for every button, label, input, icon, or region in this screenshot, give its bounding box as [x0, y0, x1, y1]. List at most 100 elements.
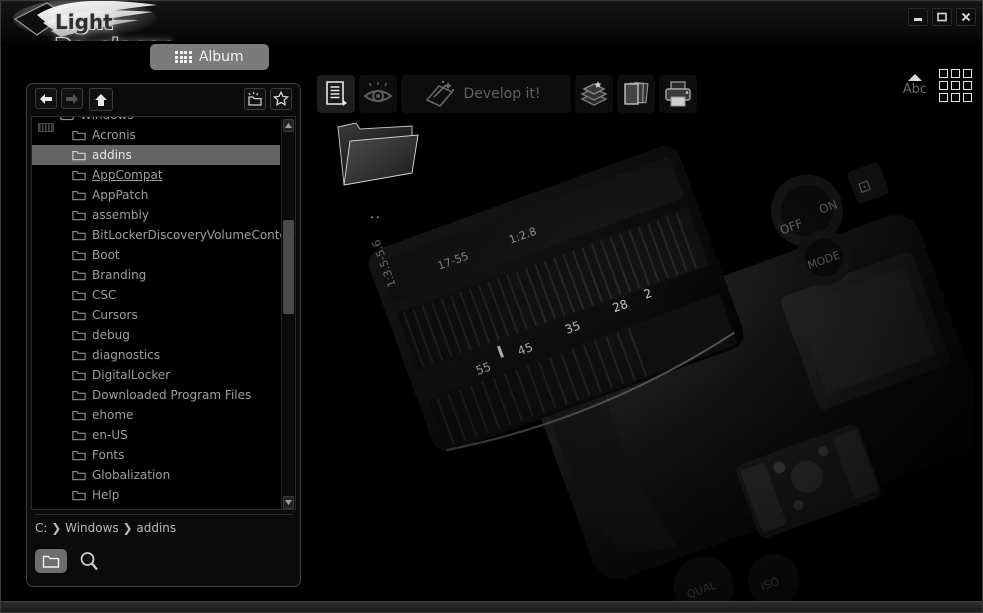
- folder-icon: [72, 510, 86, 511]
- tree-row[interactable]: diagnostics: [32, 345, 280, 365]
- browser-bottom-bar: [35, 544, 293, 578]
- file-info-button[interactable]: [317, 75, 355, 113]
- new-folder-button[interactable]: [244, 88, 266, 110]
- tree-row-label: AppCompat: [92, 168, 163, 182]
- search-icon: [79, 551, 99, 571]
- folder-list: Windows Acronis addins AppCompat AppPatch as…: [32, 116, 280, 510]
- photos-button[interactable]: [617, 75, 655, 113]
- tree-row[interactable]: Help: [32, 485, 280, 505]
- grid-icon: [175, 51, 192, 63]
- sort-label: Abc: [903, 82, 927, 97]
- tree-row-label: Globalization: [92, 468, 170, 482]
- batch-button[interactable]: [575, 75, 613, 113]
- tree-row-label: AppPatch: [92, 188, 148, 202]
- album-tab[interactable]: Album: [150, 44, 269, 70]
- folder-icon: [72, 370, 86, 381]
- forward-button[interactable]: [61, 88, 83, 109]
- folder-icon: [72, 130, 86, 141]
- folder-tree[interactable]: Windows Acronis addins AppCompat AppPatch as…: [31, 116, 296, 510]
- folder-icon: [72, 390, 86, 401]
- tree-row[interactable]: addins: [32, 145, 280, 165]
- album-label: Album: [199, 49, 244, 65]
- parent-folder-item[interactable]: ..: [321, 111, 431, 241]
- tree-row[interactable]: AppCompat: [32, 165, 280, 185]
- tree-row-root[interactable]: Windows: [32, 116, 280, 125]
- app-logo: Light Developer: [7, 1, 182, 43]
- tree-row[interactable]: Fonts: [32, 445, 280, 465]
- tree-row[interactable]: BitLockerDiscoveryVolumeContents: [32, 225, 280, 245]
- folder-icon: [72, 330, 86, 341]
- tree-row-label: Help: [92, 488, 119, 502]
- view-options: Abc: [903, 69, 972, 102]
- sort-button[interactable]: Abc: [903, 74, 927, 97]
- folder-icon: [42, 554, 60, 569]
- scrollbar-thumb[interactable]: [283, 220, 294, 314]
- document-icon: [323, 80, 349, 108]
- content-pane: OFF ON MODE ⊡ QUAL ISO: [311, 73, 974, 603]
- favorites-button[interactable]: [270, 88, 292, 110]
- folders-button[interactable]: [35, 549, 67, 573]
- minimize-button[interactable]: [908, 8, 928, 26]
- tree-row-label: assembly: [92, 208, 149, 222]
- arrow-left-icon: [39, 93, 53, 105]
- tree-row-label: debug: [92, 328, 130, 342]
- search-button[interactable]: [77, 549, 101, 573]
- folder-icon: [72, 470, 86, 481]
- scroll-down-button[interactable]: [283, 496, 294, 509]
- tree-row-label: BitLockerDiscoveryVolumeContents: [92, 228, 296, 242]
- tree-row[interactable]: debug: [32, 325, 280, 345]
- chevron-up-icon: [285, 123, 292, 128]
- tree-row[interactable]: Downloaded Program Files: [32, 385, 280, 405]
- tree-row[interactable]: ehome: [32, 405, 280, 425]
- folder-icon: [72, 150, 86, 161]
- breadcrumb[interactable]: C: ❯ Windows ❯ addins: [35, 514, 293, 536]
- tree-row-label: addins: [92, 148, 132, 162]
- tree-row[interactable]: assembly: [32, 205, 280, 225]
- tree-row[interactable]: IME: [32, 505, 280, 510]
- folder-icon: [72, 170, 86, 181]
- tree-row-label: diagnostics: [92, 348, 160, 362]
- tree-row-label: Downloaded Program Files: [92, 388, 251, 402]
- tree-row[interactable]: DigitalLocker: [32, 365, 280, 385]
- back-button[interactable]: [35, 88, 57, 109]
- item-label: ..: [370, 207, 382, 221]
- arrow-up-icon: [94, 93, 108, 107]
- grid-view-button[interactable]: [939, 69, 972, 102]
- tree-row[interactable]: Branding: [32, 265, 280, 285]
- tree-row-label: DigitalLocker: [92, 368, 170, 382]
- scroll-up-button[interactable]: [283, 119, 294, 132]
- tree-row-label: IME: [92, 508, 113, 510]
- magic-wand-icon: [425, 80, 455, 108]
- printer-icon: [663, 80, 693, 108]
- tree-row[interactable]: en-US: [32, 425, 280, 445]
- maximize-button[interactable]: [932, 8, 952, 26]
- tree-row-label: Acronis: [92, 128, 136, 142]
- arrow-right-icon: [65, 93, 79, 105]
- tree-row[interactable]: Acronis: [32, 125, 280, 145]
- tree-row-label: ehome: [92, 408, 133, 422]
- folder-icon: [72, 450, 86, 461]
- application-window: Light Developer Album: [0, 0, 983, 613]
- tree-row-label: en-US: [92, 428, 128, 442]
- folder-icon: [72, 230, 86, 241]
- tree-row[interactable]: CSC: [32, 285, 280, 305]
- tree-scrollbar[interactable]: [281, 118, 294, 510]
- photos-icon: [621, 80, 651, 108]
- window-controls: [908, 8, 976, 26]
- folder-icon: [72, 430, 86, 441]
- drive-icon: [60, 116, 74, 121]
- develop-button[interactable]: Develop it!: [401, 75, 571, 113]
- preview-button[interactable]: [359, 75, 397, 113]
- tree-row[interactable]: Globalization: [32, 465, 280, 485]
- print-button[interactable]: [659, 75, 697, 113]
- tree-row[interactable]: Boot: [32, 245, 280, 265]
- up-button[interactable]: [89, 88, 113, 111]
- folder-icon: [72, 350, 86, 361]
- folder-icon: [72, 490, 86, 501]
- stack-star-icon: [579, 80, 609, 108]
- tree-row[interactable]: Cursors: [32, 305, 280, 325]
- title-bar: Light Developer: [1, 1, 983, 41]
- tree-row[interactable]: AppPatch: [32, 185, 280, 205]
- close-button[interactable]: [956, 8, 976, 26]
- tree-row-label: Branding: [92, 268, 146, 282]
